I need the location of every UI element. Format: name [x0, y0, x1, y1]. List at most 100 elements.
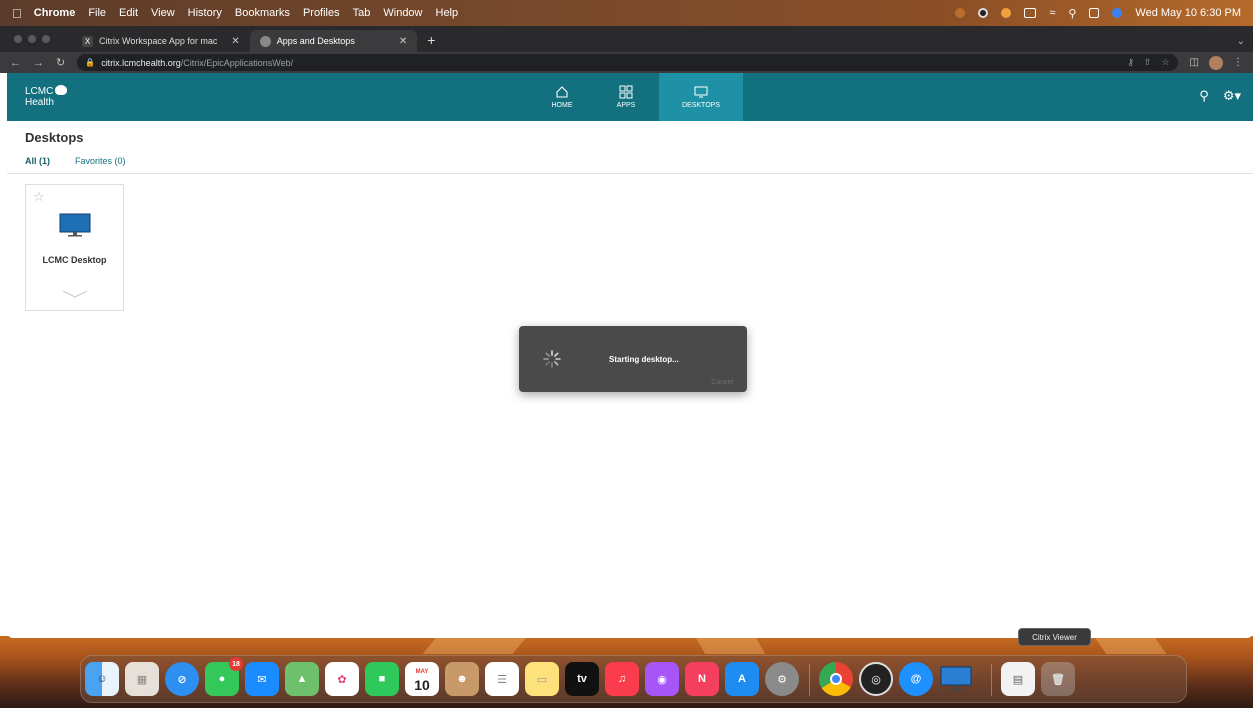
reload-icon[interactable]: ↻ [56, 56, 65, 69]
nav-apps[interactable]: APPS [605, 73, 647, 121]
podcasts-icon[interactable]: ◉ [645, 662, 679, 696]
messages-icon[interactable]: ● 18 [205, 657, 243, 696]
desktop-monitor-icon [59, 213, 91, 237]
url-host: citrix.lcmchealth.org [101, 57, 181, 68]
menu-file[interactable]: File [88, 7, 106, 19]
maps-icon[interactable]: ▲ [285, 662, 319, 696]
close-window-icon[interactable] [14, 35, 22, 43]
contacts-icon[interactable]: ☻ [445, 662, 479, 696]
nav-desktops-label: DESKTOPS [682, 102, 720, 109]
zoom-window-icon[interactable] [42, 35, 50, 43]
menu-edit[interactable]: Edit [119, 7, 138, 19]
messages-badge: 18 [229, 657, 243, 671]
menu-view[interactable]: View [151, 7, 175, 19]
filter-all[interactable]: All (1) [25, 156, 50, 166]
chrome-icon[interactable] [819, 662, 853, 696]
system-settings-icon[interactable]: ⚙ [765, 662, 799, 696]
loading-spinner-icon [543, 350, 561, 368]
dock-separator [809, 664, 810, 696]
profile-avatar[interactable] [1209, 55, 1223, 70]
siri-icon[interactable] [1112, 8, 1123, 18]
browser-tabstrip: X Citrix Workspace App for mac ✕ Apps an… [0, 26, 1253, 52]
safari-icon[interactable]: ⊘ [165, 662, 199, 696]
share-icon[interactable]: ⇧ [1144, 57, 1152, 68]
lcmc-health-logo[interactable]: LCMC Health [25, 85, 68, 108]
tab-apps-and-desktops[interactable]: Apps and Desktops ✕ [249, 30, 418, 52]
apps-grid-icon [619, 85, 633, 99]
facetime-icon[interactable]: ■ [365, 662, 399, 696]
chevron-down-icon[interactable] [62, 289, 88, 299]
notes-icon[interactable]: ▭ [525, 662, 559, 696]
apple-icon[interactable]:  [12, 6, 22, 21]
citrix-favicon [259, 35, 271, 47]
side-panel-icon[interactable]: ◫ [1190, 57, 1199, 68]
launchpad-icon[interactable]: ▦ [125, 662, 159, 696]
starting-desktop-dialog: Starting desktop... Cancel [519, 326, 747, 392]
nav-apps-label: APPS [616, 102, 636, 109]
document-icon[interactable]: ▤ [1001, 662, 1035, 696]
mail-icon[interactable]: ✉ [245, 662, 279, 696]
status-dot-icon[interactable] [955, 8, 966, 18]
nav-home-label: HOME [551, 102, 573, 109]
back-arrow-icon[interactable]: ← [10, 57, 21, 69]
new-tab-icon[interactable]: + [427, 32, 435, 48]
tab-title: Apps and Desktops [276, 36, 355, 46]
tab-search-chevron-icon[interactable]: ⌄ [1237, 36, 1245, 47]
photos-icon[interactable]: ✿ [325, 662, 359, 696]
music-icon[interactable]: ♫ [605, 662, 639, 696]
wifi-icon[interactable]: ≈ [1049, 7, 1055, 19]
reminders-icon[interactable]: ☰ [485, 662, 519, 696]
menu-window[interactable]: Window [383, 7, 422, 19]
menu-history[interactable]: History [188, 7, 222, 19]
monitor-icon [694, 86, 708, 98]
app-store-icon[interactable]: A [725, 662, 759, 696]
spotlight-search-icon[interactable]: ⚲ [1068, 7, 1076, 20]
address-bar[interactable]: 🔒 citrix.lcmchealth.org/Citrix/EpicAppli… [77, 54, 1178, 71]
close-tab-icon[interactable]: ✕ [399, 36, 407, 47]
obs-icon[interactable]: ◎ [859, 662, 893, 696]
apple-tv-icon[interactable]: tv [565, 662, 599, 696]
window-controls [14, 35, 50, 43]
desktop-tile-name: LCMC Desktop [42, 255, 107, 265]
page-title: Desktops [25, 130, 84, 145]
browser-toolbar: ← → ↻ 🔒 citrix.lcmchealth.org/Citrix/Epi… [0, 52, 1253, 73]
desktop-tile[interactable]: ☆ LCMC Desktop [25, 184, 124, 311]
menu-tab[interactable]: Tab [353, 7, 371, 19]
nav-home[interactable]: HOME [539, 73, 585, 121]
citrix-viewer-icon[interactable] [939, 662, 973, 696]
calendar-icon[interactable]: MAY 10 [405, 662, 439, 696]
citrix-header: LCMC Health HOME APPS DESKTOPS ⚲ ⚙▾ [7, 73, 1253, 121]
battery-icon[interactable] [1024, 8, 1037, 18]
mac-menubar:  Chrome File Edit View History Bookmark… [0, 0, 1253, 26]
obs-status-icon[interactable] [978, 8, 989, 18]
record-status-icon[interactable] [1001, 8, 1012, 18]
favorite-star-icon[interactable]: ☆ [33, 189, 45, 205]
content-divider [7, 173, 1253, 174]
dock-tooltip: Citrix Viewer [1018, 628, 1091, 646]
finder-icon[interactable]: ☺ [85, 662, 119, 696]
key-icon[interactable]: ⚷ [1127, 57, 1134, 68]
news-icon[interactable]: N [685, 662, 719, 696]
minimize-window-icon[interactable] [28, 35, 36, 43]
trash-icon[interactable]: 🗑 [1041, 662, 1075, 696]
menu-profiles[interactable]: Profiles [303, 7, 340, 19]
menubar-clock[interactable]: Wed May 10 6:30 PM [1135, 7, 1241, 19]
home-icon [556, 86, 568, 98]
menu-help[interactable]: Help [436, 7, 459, 19]
control-center-icon[interactable] [1089, 8, 1100, 18]
lock-icon[interactable]: 🔒 [85, 58, 95, 67]
citrix-workspace-icon[interactable]: @ [899, 662, 933, 696]
nav-desktops[interactable]: DESKTOPS [659, 73, 743, 121]
bookmark-star-icon[interactable]: ☆ [1161, 57, 1169, 68]
filter-favorites[interactable]: Favorites (0) [75, 156, 126, 166]
cancel-button[interactable]: Cancel [711, 379, 733, 386]
tab-citrix-workspace[interactable]: X Citrix Workspace App for mac ✕ [72, 30, 250, 52]
menu-bookmarks[interactable]: Bookmarks [235, 7, 290, 19]
mac-dock: ☺ ▦ ⊘ ● 18 ✉ ▲ ✿ ■ MAY 10 ☻ ☰ ▭ tv ♫ ◉ N A… [80, 655, 1187, 703]
forward-arrow-icon[interactable]: → [33, 57, 44, 69]
search-icon[interactable]: ⚲ [1199, 88, 1209, 104]
close-tab-icon[interactable]: ✕ [231, 36, 239, 47]
menu-app-name[interactable]: Chrome [34, 7, 76, 19]
settings-gear-icon[interactable]: ⚙▾ [1223, 88, 1241, 104]
chrome-menu-icon[interactable]: ⋮ [1233, 57, 1243, 68]
